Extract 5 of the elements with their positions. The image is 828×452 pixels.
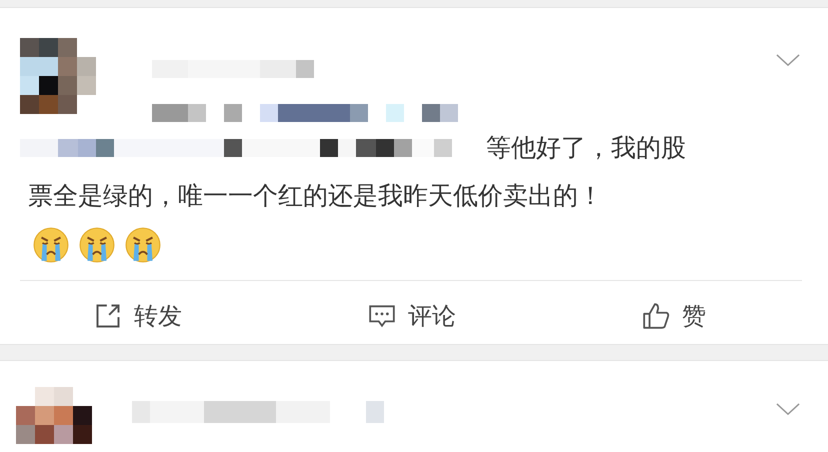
like-button[interactable]: 赞 <box>636 296 712 336</box>
post-text-line: 等他好了，我的股 <box>486 132 686 164</box>
comment-button[interactable]: 评论 <box>362 296 462 336</box>
post-text-line: 票全是绿的，唯一一个红的还是我昨天低价卖出的！ <box>28 180 603 212</box>
repost-button[interactable]: 转发 <box>88 296 188 336</box>
